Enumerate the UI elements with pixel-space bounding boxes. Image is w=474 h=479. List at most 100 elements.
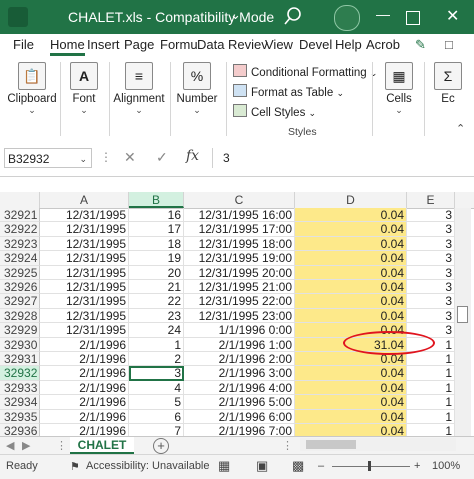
cell-c[interactable]: 12/31/1995 22:00 xyxy=(184,294,295,309)
page-layout-view-icon[interactable]: ▣ xyxy=(256,458,268,474)
cell-e[interactable]: 1 xyxy=(407,366,455,381)
cell-b[interactable]: 21 xyxy=(129,280,184,295)
account-avatar[interactable] xyxy=(334,5,360,31)
column-header-b[interactable]: B xyxy=(129,192,184,208)
close-button[interactable]: ✕ xyxy=(446,6,459,26)
row-header[interactable]: 32935 xyxy=(0,409,40,424)
cell-b[interactable]: 22 xyxy=(129,294,184,309)
cell-b[interactable]: 23 xyxy=(129,308,184,324)
cell-a[interactable]: 12/31/1995 xyxy=(40,251,129,266)
horizontal-scroll-thumb[interactable] xyxy=(306,440,356,449)
cell-e[interactable]: 3 xyxy=(407,280,455,295)
cell-a[interactable]: 12/31/1995 xyxy=(40,236,129,252)
cell-d[interactable]: 0.04 xyxy=(295,409,407,424)
cell-d[interactable]: 0.04 xyxy=(295,294,407,309)
tab-file[interactable]: File xyxy=(13,37,34,52)
cancel-icon[interactable]: ✕ xyxy=(124,149,136,166)
zoom-level[interactable]: 100% xyxy=(432,460,460,472)
cell-c[interactable]: 2/1/1996 1:00 xyxy=(184,337,295,352)
cell-d[interactable]: 0.04 xyxy=(295,366,407,381)
cell-d[interactable]: 0.04 xyxy=(295,380,407,396)
accessibility-icon[interactable]: ⚑ xyxy=(70,460,80,473)
page-break-view-icon[interactable]: ▩ xyxy=(292,458,304,474)
cell-d[interactable]: 0.04 xyxy=(295,251,407,266)
cell-c[interactable]: 12/31/1995 17:00 xyxy=(184,222,295,237)
cell-d[interactable]: 31.04 xyxy=(295,337,407,352)
cell-b[interactable]: 24 xyxy=(129,323,184,338)
cell-e[interactable]: 3 xyxy=(407,265,455,280)
cell-c[interactable]: 12/31/1995 18:00 xyxy=(184,236,295,252)
cell-b[interactable]: 1 xyxy=(129,337,184,352)
cell-d[interactable]: 0.04 xyxy=(295,236,407,252)
tab-help[interactable]: Help xyxy=(335,37,362,52)
cell-c[interactable]: 12/31/1995 16:00 xyxy=(184,208,295,223)
insert-function-icon[interactable]: fx xyxy=(186,148,199,164)
more-sheets-icon[interactable]: ⋮ xyxy=(56,439,67,452)
vertical-scroll-thumb[interactable] xyxy=(457,306,468,323)
column-header-e[interactable]: E xyxy=(407,192,455,208)
cell-a[interactable]: 2/1/1996 xyxy=(40,337,129,352)
column-header-a[interactable]: A xyxy=(40,192,129,208)
cell-d[interactable]: 0.04 xyxy=(295,280,407,295)
cell-styles-button[interactable]: Cell Styles ⌄ xyxy=(233,104,316,119)
cell-c[interactable]: 2/1/1996 2:00 xyxy=(184,352,295,367)
enter-icon[interactable]: ✓ xyxy=(156,149,168,166)
cell-d[interactable]: 0.04 xyxy=(295,208,407,223)
row-header[interactable]: 32926 xyxy=(0,280,40,295)
tab-review[interactable]: Reviev xyxy=(228,37,268,52)
row-header[interactable]: 32932 xyxy=(0,366,40,381)
tab-developer[interactable]: Devel xyxy=(299,37,332,52)
alignment-button[interactable]: ≡ Alignment ⌄ xyxy=(112,62,166,116)
cell-d[interactable]: 0.04 xyxy=(295,265,407,280)
tab-home[interactable]: Home xyxy=(50,37,85,56)
editing-button[interactable]: Σ Ec xyxy=(428,62,468,105)
tab-view[interactable]: View xyxy=(265,37,293,52)
cell-d[interactable]: 0.04 xyxy=(295,323,407,338)
maximize-button[interactable] xyxy=(406,11,420,25)
cell-e[interactable]: 3 xyxy=(407,251,455,266)
cell-c[interactable]: 12/31/1995 21:00 xyxy=(184,280,295,295)
cell-e[interactable]: 3 xyxy=(407,308,455,324)
cell-e[interactable]: 1 xyxy=(407,395,455,410)
format-as-table-button[interactable]: Format as Table ⌄ xyxy=(233,84,344,99)
cell-e[interactable]: 3 xyxy=(407,236,455,252)
row-header[interactable]: 32930 xyxy=(0,337,40,352)
cell-b[interactable]: 3 xyxy=(129,366,184,381)
column-header-d[interactable]: D xyxy=(295,192,407,208)
cells-button[interactable]: ▦ Cells ⌄ xyxy=(378,62,420,116)
tab-data[interactable]: Data xyxy=(197,37,224,52)
cell-a[interactable]: 12/31/1995 xyxy=(40,265,129,280)
cell-a[interactable]: 2/1/1996 xyxy=(40,409,129,424)
cell-c[interactable]: 12/31/1995 19:00 xyxy=(184,251,295,266)
cell-e[interactable]: 3 xyxy=(407,208,455,223)
cell-b[interactable]: 16 xyxy=(129,208,184,223)
row-header[interactable]: 32929 xyxy=(0,323,40,338)
name-box[interactable]: B32932 ⌄ xyxy=(4,148,92,168)
cell-a[interactable]: 12/31/1995 xyxy=(40,294,129,309)
cell-b[interactable]: 6 xyxy=(129,409,184,424)
search-icon[interactable] xyxy=(282,5,304,27)
share-icon[interactable]: ✎ xyxy=(415,37,426,53)
cell-a[interactable]: 2/1/1996 xyxy=(40,395,129,410)
next-sheet-icon[interactable]: ▶ xyxy=(22,439,30,452)
cell-a[interactable]: 12/31/1995 xyxy=(40,222,129,237)
cell-b[interactable]: 19 xyxy=(129,251,184,266)
zoom-out-icon[interactable]: – xyxy=(318,460,324,472)
select-all-corner[interactable] xyxy=(0,192,40,208)
cell-c[interactable]: 12/31/1995 20:00 xyxy=(184,265,295,280)
cell-c[interactable]: 1/1/1996 0:00 xyxy=(184,323,295,338)
row-header[interactable]: 32928 xyxy=(0,308,40,324)
normal-view-icon[interactable]: ▦ xyxy=(218,458,230,474)
sheet-tab-chalet[interactable]: CHALET xyxy=(70,437,134,455)
cell-e[interactable]: 1 xyxy=(407,380,455,396)
column-header-c[interactable]: C xyxy=(184,192,295,208)
cell-c[interactable]: 2/1/1996 6:00 xyxy=(184,409,295,424)
collapse-ribbon-icon[interactable]: ⌃ xyxy=(456,122,465,135)
comments-icon[interactable]: □ xyxy=(445,37,453,52)
cell-a[interactable]: 12/31/1995 xyxy=(40,280,129,295)
cell-b[interactable]: 2 xyxy=(129,352,184,367)
tab-acrobat[interactable]: Acrob xyxy=(366,37,400,52)
clipboard-button[interactable]: 📋 Clipboard ⌄ xyxy=(6,62,58,116)
cell-c[interactable]: 2/1/1996 5:00 xyxy=(184,395,295,410)
row-header[interactable]: 32922 xyxy=(0,222,40,237)
